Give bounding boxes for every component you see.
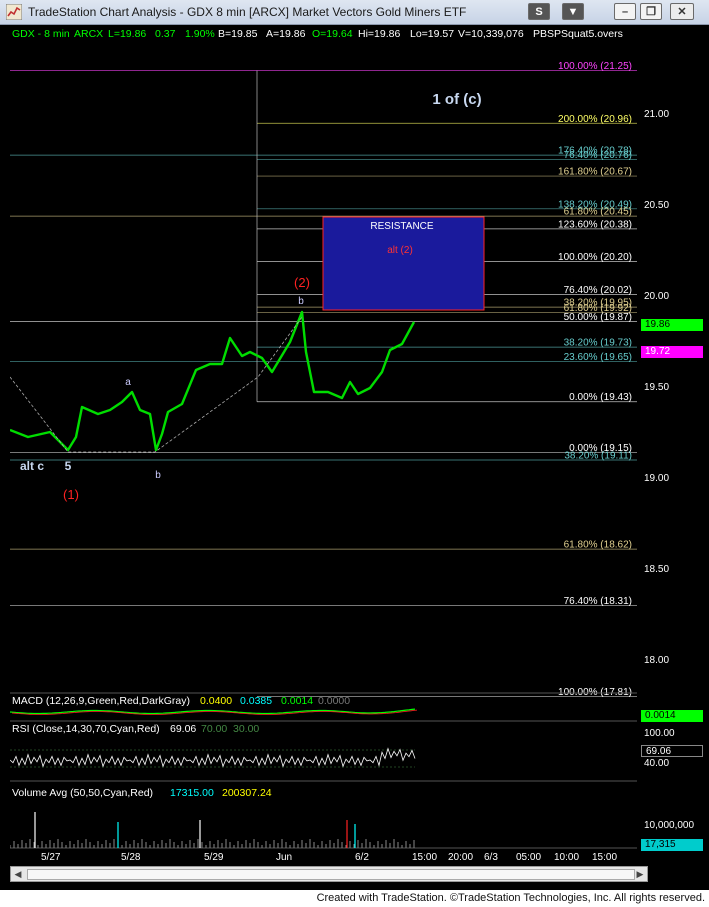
wave-b-low-label: b	[155, 470, 161, 481]
info-ask: A=19.86	[266, 28, 306, 40]
horizontal-scrollbar[interactable]: ◀ ▶	[10, 866, 648, 882]
price-tick: 19.00	[644, 473, 670, 484]
info-bid: B=19.85	[218, 28, 258, 40]
volume-badge: 17,315	[641, 839, 703, 851]
wave-b-top-label: b	[298, 296, 304, 307]
last-price-badge: 19.86	[641, 319, 703, 331]
fib-label: 200.00% (20.96)	[558, 114, 632, 125]
restore-button[interactable]: ❐	[640, 3, 662, 20]
rsi-tick: 100.00	[644, 728, 675, 739]
resistance-label: RESISTANCE	[370, 221, 433, 232]
time-label: 05:00	[516, 852, 542, 863]
info-change: 0.37	[155, 28, 176, 40]
info-symbol: GDX - 8 min	[12, 28, 70, 40]
volume-label: Volume Avg (50,50,Cyan,Red)	[12, 787, 154, 799]
fib-label: 100.00% (20.20)	[558, 252, 632, 263]
fib-label: 23.60% (19.65)	[564, 352, 632, 363]
macd-value-3: 0.0014	[281, 695, 314, 707]
title-bar[interactable]: TradeStation Chart Analysis - GDX 8 min …	[0, 0, 709, 25]
info-last: L=19.86	[108, 28, 147, 40]
second-price-badge: 19.72	[641, 346, 703, 358]
fib-label: 76.40% (20.02)	[564, 285, 632, 296]
rsi-value-3: 30.00	[233, 723, 260, 735]
macd-value-2: 0.0385	[240, 695, 273, 707]
fib-label: 38.20% (19.11)	[564, 450, 632, 461]
scroll-left-icon[interactable]: ◀	[11, 867, 25, 881]
fib-label: 61.80% (18.62)	[564, 540, 632, 551]
scroll-thumb[interactable]	[27, 869, 635, 880]
minimize-button[interactable]: –	[614, 3, 636, 20]
info-study: PBSPSquat5.overs	[533, 28, 623, 40]
price-tick: 18.50	[644, 564, 670, 575]
close-button[interactable]: ✕	[670, 3, 694, 20]
price-chart[interactable]: 100.00% (21.25)200.00% (20.96)176.40% (2…	[10, 42, 637, 864]
info-pct: 1.90%	[185, 28, 215, 40]
fib-label: 76.40% (20.76)	[564, 150, 632, 161]
price-tick: 21.00	[644, 109, 670, 120]
info-low: Lo=19.57	[410, 28, 455, 40]
time-label: 5/29	[204, 852, 224, 863]
time-label: 10:00	[554, 852, 580, 863]
time-label: 15:00	[412, 852, 438, 863]
price-tick: 20.50	[644, 200, 670, 211]
info-open: O=19.64	[312, 28, 353, 40]
time-label: 6/3	[484, 852, 498, 863]
time-label: 6/2	[355, 852, 369, 863]
alt-c-label: alt c	[20, 459, 44, 473]
alt-2-label: alt (2)	[387, 245, 413, 256]
macd-value-1: 0.0400	[200, 695, 233, 707]
fib-label: 50.00% (19.87)	[564, 312, 632, 323]
volume-tick: 10,000,000	[644, 820, 695, 831]
rsi-badge: 69.06	[641, 745, 703, 757]
chart-window: TradeStation Chart Analysis - GDX 8 min …	[0, 0, 709, 890]
price-tick: 19.50	[644, 382, 670, 393]
fib-label: 100.00% (21.25)	[558, 61, 632, 72]
fib-label: 61.80% (20.45)	[564, 207, 632, 218]
time-label: 5/27	[41, 852, 61, 863]
time-label: 20:00	[448, 852, 474, 863]
wave-1-label: (1)	[63, 487, 79, 502]
footer: Created with TradeStation. ©TradeStation…	[0, 890, 709, 907]
rsi-value-1: 69.06	[170, 723, 197, 735]
fib-label: 76.40% (18.31)	[564, 596, 632, 607]
macd-label: MACD (12,26,9,Green,Red,DarkGray)	[12, 695, 190, 707]
wave-2-label: (2)	[294, 275, 310, 290]
info-exchange: ARCX	[74, 28, 104, 40]
price-tick: 20.00	[644, 291, 670, 302]
fib-label: 38.20% (19.73)	[564, 338, 632, 349]
wave-a-label: a	[125, 377, 131, 388]
rsi-label: RSI (Close,14,30,70,Cyan,Red)	[12, 723, 160, 735]
scroll-right-icon[interactable]: ▶	[633, 867, 647, 881]
chart-app-icon	[6, 4, 22, 20]
s-button[interactable]: S	[528, 3, 550, 20]
rsi-tick: 40.00	[644, 758, 670, 769]
menu-dropdown-button[interactable]: ▼	[562, 3, 584, 20]
time-label: 15:00	[592, 852, 618, 863]
price-tick: 18.00	[644, 655, 670, 666]
info-volume: V=10,339,076	[458, 28, 524, 40]
fib-label: 0.00% (19.43)	[569, 392, 632, 403]
time-label: Jun	[276, 852, 293, 863]
wave-main-label: 1 of (c)	[432, 91, 481, 108]
macd-badge: 0.0014	[641, 710, 703, 722]
volume-value-1: 17315.00	[170, 787, 214, 799]
macd-value-4: 0.0000	[318, 695, 351, 707]
rsi-value-2: 70.00	[201, 723, 228, 735]
copyright-text: Created with TradeStation. ©TradeStation…	[316, 892, 705, 904]
info-high: Hi=19.86	[358, 28, 401, 40]
time-label: 5/28	[121, 852, 141, 863]
price-axis[interactable]: 21.00 20.50 20.00 19.50 19.00 18.50 18.0…	[640, 42, 709, 864]
wave-5-label: 5	[65, 459, 72, 473]
fib-label: 123.60% (20.38)	[558, 219, 632, 230]
volume-value-2: 200307.24	[222, 787, 272, 799]
window-title: TradeStation Chart Analysis - GDX 8 min …	[28, 5, 467, 19]
fib-label: 161.80% (20.67)	[558, 167, 632, 178]
